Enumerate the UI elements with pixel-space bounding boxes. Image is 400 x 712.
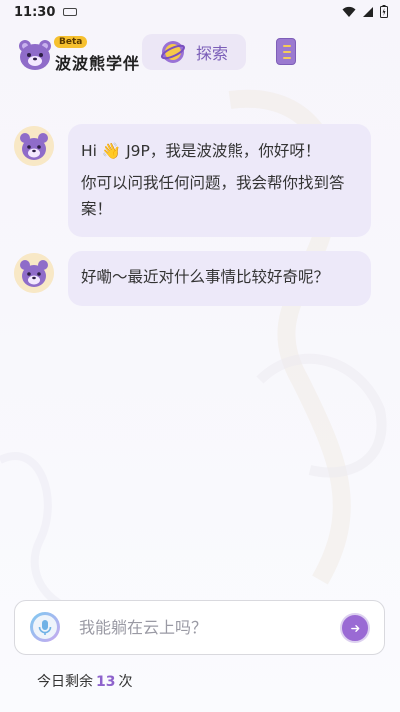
keyboard-icon [63, 8, 78, 16]
chat-bubble: Hi 👋 J9P，我是波波熊，你好呀！ 你可以问我任何问题，我会帮你找到答案！ [68, 124, 371, 237]
message-text: 好嘞～最近对什么事情比较好奇呢？ [81, 268, 330, 286]
explore-label: 探索 [196, 44, 229, 63]
beta-badge: Beta [54, 36, 88, 48]
mic-icon [30, 612, 60, 642]
remaining-count: 今日剩余 13 次 [37, 671, 132, 691]
bear-avatar-icon [14, 253, 54, 293]
status-icons [342, 5, 388, 18]
remaining-number: 13 [96, 674, 116, 690]
chat-bubble: 好嘞～最近对什么事情比较好奇呢？ [68, 251, 371, 306]
send-button[interactable] [340, 613, 370, 643]
chat-input[interactable] [79, 615, 329, 639]
explore-button[interactable]: 探索 [142, 34, 246, 70]
status-time: 11:30 [14, 4, 56, 20]
battery-icon [380, 5, 388, 18]
message-line: 你可以问我任何问题，我会帮你找到答案！ [81, 174, 345, 218]
bear-avatar-icon [14, 126, 54, 166]
app-header: Beta 波波熊学伴 探索 [0, 24, 400, 82]
send-arrow-icon [350, 624, 359, 632]
planet-icon [160, 41, 186, 63]
status-bar: 11:30 [0, 0, 400, 24]
signal-icon [363, 6, 373, 17]
mic-button[interactable] [29, 611, 61, 643]
chat-input-box [14, 600, 385, 655]
menu-icon[interactable] [276, 38, 296, 65]
bear-logo-icon[interactable] [18, 38, 52, 72]
message-line: Hi 👋 J9P，我是波波熊，你好呀！ [81, 142, 321, 160]
remaining-suffix: 次 [118, 674, 133, 690]
app-title: 波波熊学伴 [55, 54, 141, 73]
remaining-prefix: 今日剩余 [37, 674, 93, 690]
wifi-icon [342, 6, 356, 17]
